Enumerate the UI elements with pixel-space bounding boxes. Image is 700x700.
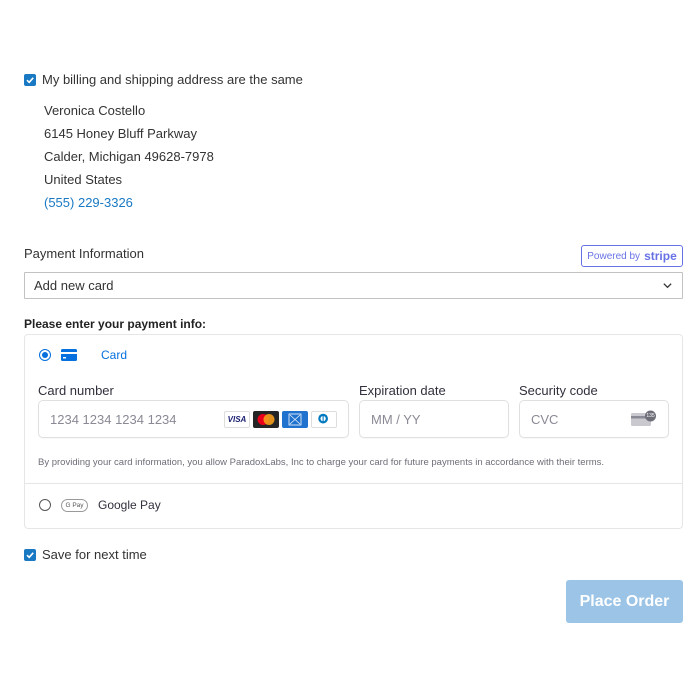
card-brand-icons: VISA: [224, 410, 337, 428]
check-icon: [26, 76, 34, 83]
address-name: Veronica Costello: [44, 103, 146, 118]
amex-icon: [282, 410, 308, 428]
payment-info-heading: Please enter your payment info:: [24, 317, 207, 331]
address-phone-link[interactable]: (555) 229-3326: [44, 191, 214, 214]
address-city: Calder, Michigan 49628-7978: [44, 149, 214, 164]
saved-card-select-value: Add new card: [34, 278, 114, 293]
google-pay-icon: G Pay: [61, 498, 88, 512]
powered-by-stripe-badge[interactable]: Powered by stripe: [581, 245, 683, 267]
credit-card-icon: [61, 349, 77, 361]
place-order-button[interactable]: Place Order: [566, 580, 683, 623]
stripe-badge-prefix: Powered by: [587, 250, 641, 262]
security-code-input[interactable]: CVC 135: [519, 400, 669, 438]
check-icon: [26, 551, 34, 558]
google-pay-label: Google Pay: [98, 498, 161, 512]
visa-icon: VISA: [224, 410, 250, 428]
cvc-icon-text: 135: [646, 413, 655, 419]
chevron-down-icon: [663, 283, 672, 289]
card-number-input[interactable]: 1234 1234 1234 1234 VISA: [38, 400, 349, 438]
expiration-date-input[interactable]: MM / YY: [359, 400, 509, 438]
card-number-placeholder: 1234 1234 1234 1234: [50, 411, 177, 427]
card-number-label: Card number: [38, 383, 114, 398]
address-street: 6145 Honey Bluff Parkway: [44, 126, 197, 141]
billing-address: Veronica Costello 6145 Honey Bluff Parkw…: [44, 99, 214, 214]
payment-method-google-pay[interactable]: G Pay Google Pay: [39, 498, 161, 512]
payment-method-card[interactable]: Card: [39, 348, 127, 362]
save-card-label: Save for next time: [42, 547, 147, 562]
expiration-placeholder: MM / YY: [371, 411, 421, 427]
google-pay-radio[interactable]: [39, 499, 51, 511]
security-code-label: Security code: [519, 383, 598, 398]
card-radio[interactable]: [39, 349, 51, 361]
save-card-row[interactable]: Save for next time: [24, 547, 147, 562]
payment-information-title: Payment Information: [24, 246, 144, 261]
cvc-placeholder: CVC: [531, 411, 559, 427]
payment-method-divider: [25, 483, 682, 484]
stripe-logo: stripe: [644, 249, 677, 263]
saved-card-select[interactable]: Add new card: [24, 272, 683, 299]
billing-same-checkbox[interactable]: [24, 73, 36, 86]
billing-same-label: My billing and shipping address are the …: [42, 72, 303, 87]
address-country: United States: [44, 172, 123, 187]
stripe-terms-text: By providing your card information, you …: [38, 457, 605, 468]
cvc-card-icon: 135: [631, 410, 657, 428]
diners-icon: [311, 410, 337, 428]
mastercard-icon: [253, 410, 279, 428]
billing-same-row[interactable]: My billing and shipping address are the …: [24, 72, 303, 87]
save-card-checkbox[interactable]: [24, 548, 36, 561]
expiration-date-label: Expiration date: [359, 383, 446, 398]
card-method-label: Card: [101, 348, 128, 362]
